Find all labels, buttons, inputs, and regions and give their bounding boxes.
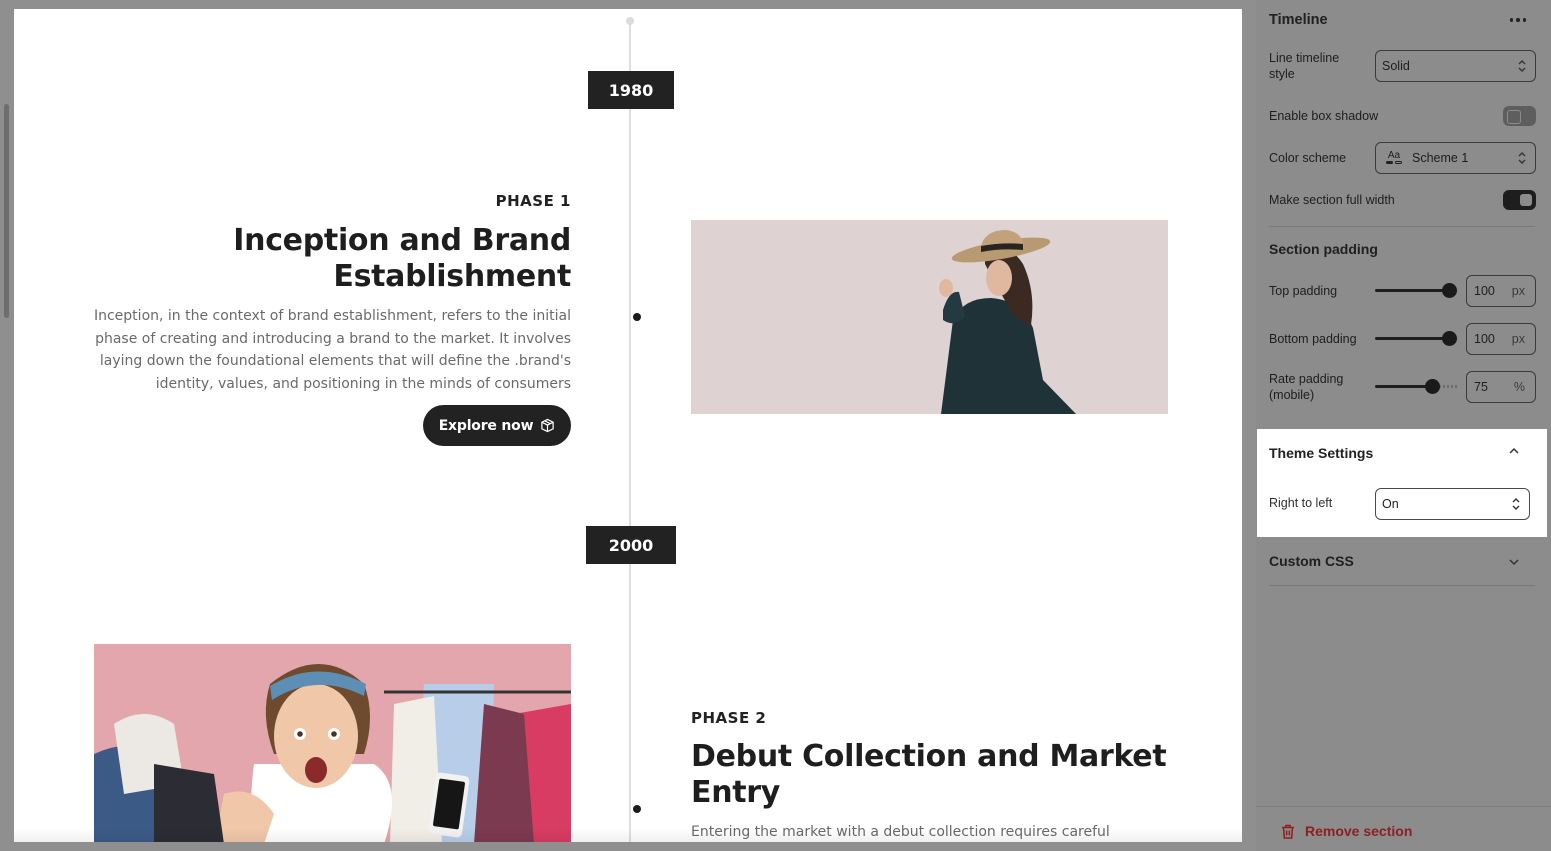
settings-panel: Timeline Line timeline style Solid Enabl… <box>1256 0 1551 851</box>
color-scheme-select[interactable]: Aa Scheme 1 <box>1375 142 1536 174</box>
theme-settings-title[interactable]: Theme Settings <box>1269 445 1373 461</box>
chevron-up-down-icon <box>1512 498 1520 510</box>
section-padding-heading: Section padding <box>1269 241 1378 257</box>
remove-section-label: Remove section <box>1305 823 1413 839</box>
phase-image <box>691 220 1168 414</box>
theme-settings-card: Theme Settings Right to left On <box>1257 429 1547 537</box>
remove-section-button[interactable]: Remove section <box>1281 823 1412 839</box>
full-width-label: Make section full width <box>1269 193 1395 207</box>
chevron-down-icon[interactable] <box>1508 558 1520 566</box>
unit-label: px <box>1511 332 1525 346</box>
box-shadow-toggle[interactable] <box>1503 106 1536 126</box>
color-scheme-value: Scheme 1 <box>1412 151 1469 165</box>
phase-image <box>94 644 571 842</box>
divider <box>1269 226 1535 227</box>
slider-thumb[interactable] <box>1442 283 1457 298</box>
rtl-select[interactable]: On <box>1375 488 1530 520</box>
box-icon <box>541 418 555 433</box>
color-scheme-icon-text: Aa <box>1387 150 1401 161</box>
mobile-padding-value: 75 <box>1474 380 1488 394</box>
canvas-bottom-shadow <box>14 828 1242 842</box>
phase-label: PHASE 1 <box>495 192 571 210</box>
year-badge: 1980 <box>588 71 674 109</box>
full-width-toggle[interactable] <box>1503 190 1536 210</box>
mobile-padding-label: Rate padding (mobile) <box>1269 372 1344 402</box>
phase-title: Debut Collection and Market Entry <box>691 739 1167 810</box>
explore-now-button[interactable]: Explore now <box>423 405 571 446</box>
chevron-up-icon[interactable] <box>1508 447 1520 455</box>
trash-icon <box>1282 824 1294 839</box>
timeline-dot <box>633 805 641 813</box>
chevron-up-down-icon <box>1518 152 1526 164</box>
box-shadow-label: Enable box shadow <box>1269 109 1379 123</box>
panel-title: Timeline <box>1269 12 1328 28</box>
woman-with-hat-image <box>691 220 1168 414</box>
phase-description: Inception, in the context of brand estab… <box>93 308 571 392</box>
phase-title: Inception and Brand Establishment <box>233 223 571 294</box>
bottom-padding-slider[interactable] <box>1375 329 1459 347</box>
more-horizontal-icon[interactable] <box>1508 12 1528 28</box>
unit-label: % <box>1513 380 1525 394</box>
bottom-padding-value: 100 <box>1474 332 1495 346</box>
top-padding-input[interactable]: 100 px <box>1466 275 1536 307</box>
mobile-padding-slider[interactable] <box>1375 377 1459 395</box>
line-style-select[interactable]: Solid <box>1375 50 1536 82</box>
preview-frame: 1980 PHASE 1 Inception and Brand Establi… <box>0 0 1256 851</box>
top-padding-slider[interactable] <box>1375 281 1459 299</box>
color-scheme-label: Color scheme <box>1269 151 1347 165</box>
bottom-padding-input[interactable]: 100 px <box>1466 323 1536 355</box>
timeline-line <box>629 21 631 842</box>
unit-label: px <box>1511 284 1525 298</box>
top-padding-label: Top padding <box>1269 284 1338 298</box>
divider <box>1269 585 1535 586</box>
preview-scrollbar[interactable] <box>4 104 9 318</box>
top-padding-value: 100 <box>1474 284 1495 298</box>
year-badge: 2000 <box>586 526 676 564</box>
excited-woman-image <box>94 644 571 842</box>
timeline-section: 1980 PHASE 1 Inception and Brand Establi… <box>14 9 1242 842</box>
custom-css-header[interactable]: Custom CSS <box>1269 553 1354 569</box>
remove-section-bar: Remove section <box>1256 806 1551 851</box>
rtl-label: Right to left <box>1269 496 1333 510</box>
timeline-start-dot <box>626 17 634 25</box>
mobile-padding-input[interactable]: 75 % <box>1466 371 1536 403</box>
timeline-dot <box>633 313 641 321</box>
color-scheme-icon: Aa <box>1384 150 1404 164</box>
phase-label: PHASE 2 <box>691 709 767 727</box>
line-style-label: Line timeline style <box>1269 51 1340 81</box>
explore-button-label: Explore now <box>438 417 534 434</box>
slider-thumb[interactable] <box>1442 331 1457 346</box>
bottom-padding-label: Bottom padding <box>1269 332 1357 346</box>
rtl-value: On <box>1382 497 1399 511</box>
chevron-up-down-icon <box>1518 60 1526 72</box>
line-style-value: Solid <box>1382 59 1410 73</box>
slider-thumb[interactable] <box>1425 379 1440 394</box>
